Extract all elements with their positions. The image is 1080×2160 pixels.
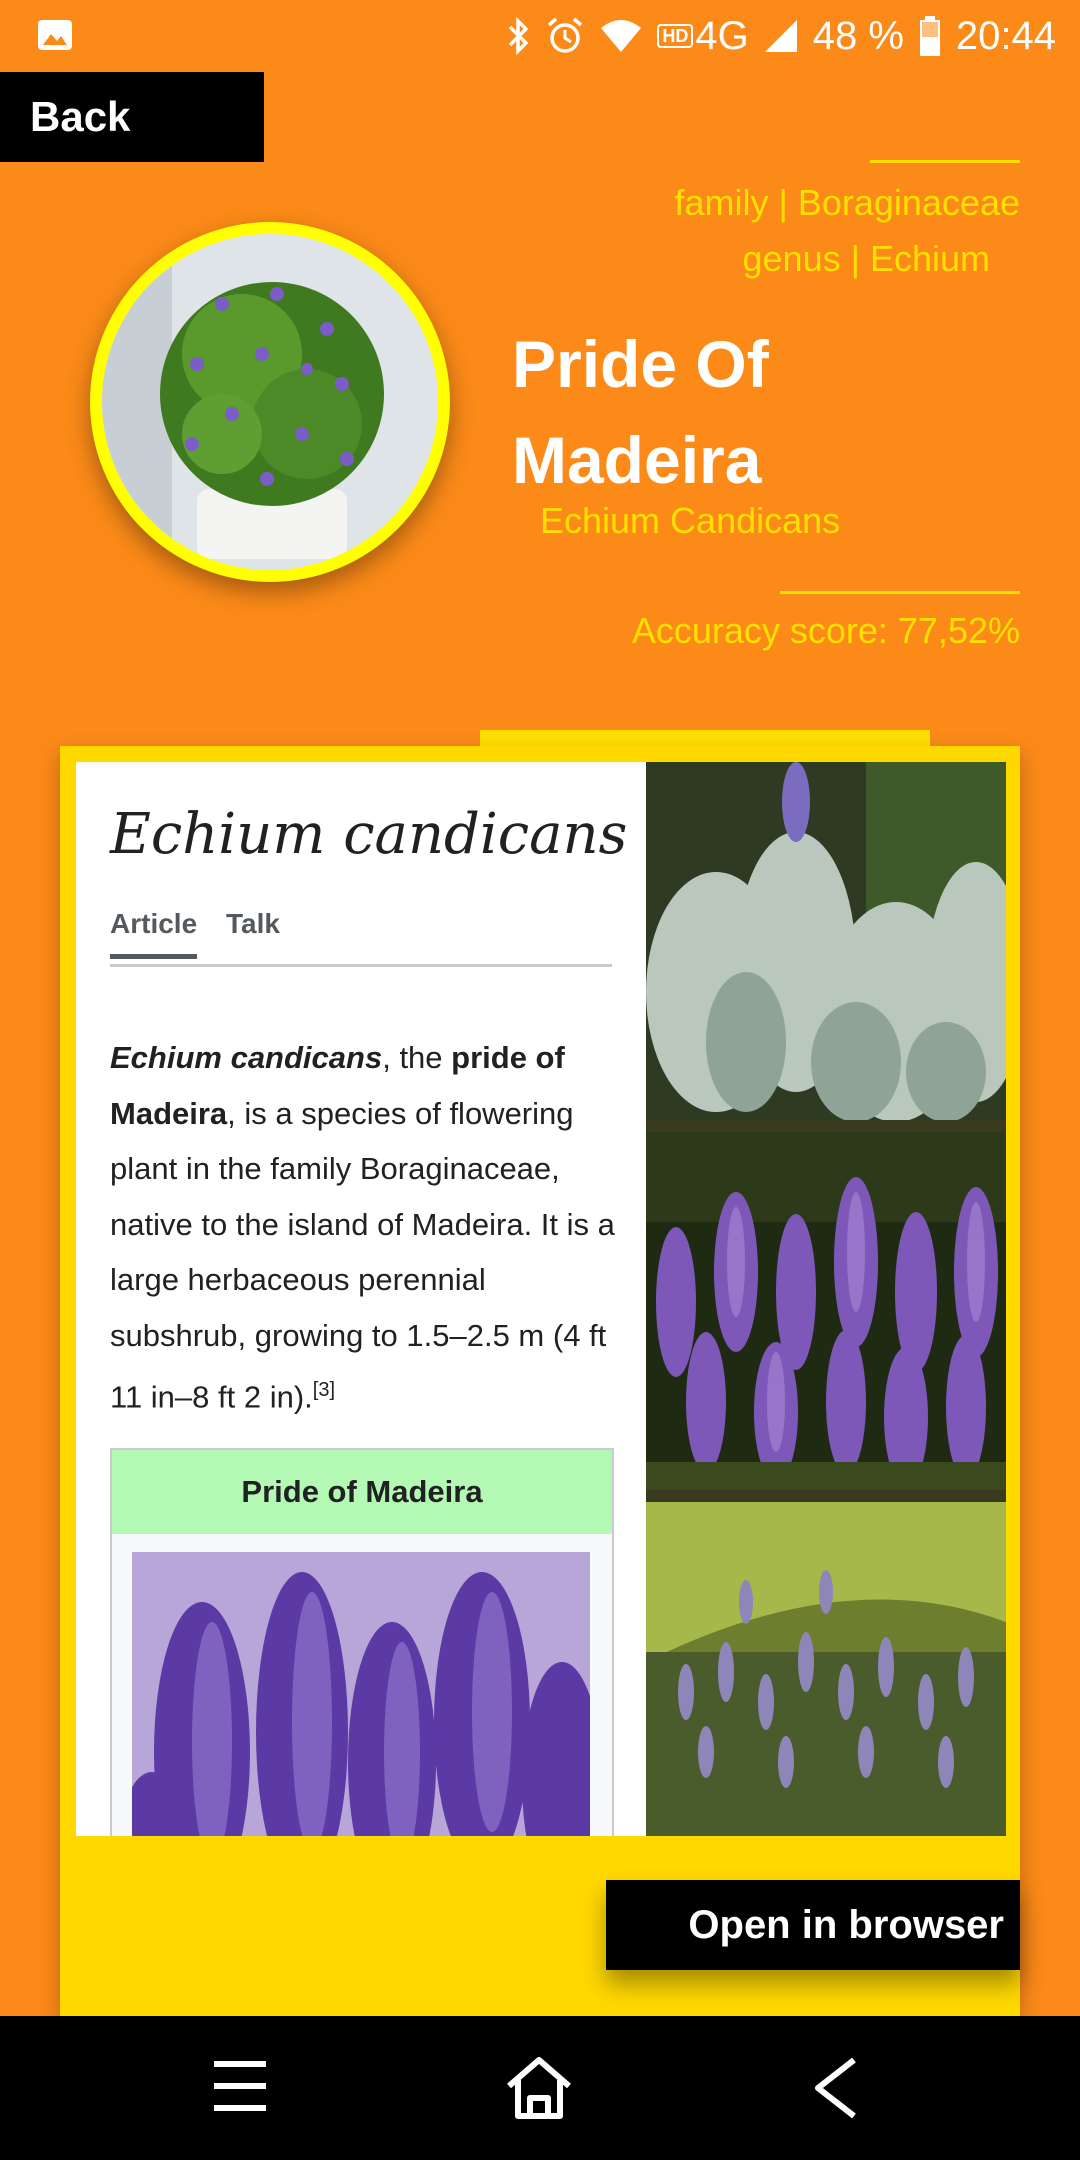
back-button[interactable]: Back (0, 72, 264, 162)
family-label: family | Boraginaceae (674, 182, 1020, 223)
hd-badge: HD (657, 24, 694, 48)
wiki-tabs: Article Talk (110, 908, 612, 967)
infobox: Pride of Madeira (110, 1448, 614, 1836)
gallery-photo[interactable] (646, 1132, 1006, 1490)
tab-talk[interactable]: Talk (226, 908, 280, 940)
image-notification-icon (36, 16, 74, 59)
infobox-title: Pride of Madeira (112, 1450, 612, 1534)
network-type: 4G (695, 13, 749, 58)
bluetooth-icon (505, 16, 531, 56)
wifi-icon (599, 18, 643, 54)
genus-label: genus | Echium (742, 238, 990, 279)
gallery-photo[interactable] (646, 1502, 1006, 1836)
open-in-browser-button[interactable]: Open in browser (606, 1880, 1020, 1970)
home-icon[interactable] (504, 2056, 574, 2125)
wiki-sci-name: Echium candicans (110, 1040, 383, 1075)
wiki-reference[interactable]: [3] (313, 1379, 335, 1401)
back-icon[interactable] (810, 2056, 860, 2125)
clock: 20:44 (955, 13, 1056, 58)
plant-scientific-name: Echium Candicans (540, 500, 841, 541)
accuracy-score: Accuracy score: 77,52% (631, 610, 1020, 651)
navigation-bar (0, 2016, 1080, 2160)
wiki-card: Echium candicans Article Talk Echium can… (60, 746, 1020, 2016)
plant-photo (102, 234, 438, 570)
divider (870, 160, 1020, 163)
wiki-text-part: , the (382, 1040, 452, 1075)
wiki-text-part: , is a species of flowering plant in the… (110, 1095, 615, 1415)
battery-level: 48 % (812, 13, 904, 58)
wiki-preview[interactable]: Echium candicans Article Talk Echium can… (76, 762, 646, 1836)
gallery-photo[interactable] (646, 762, 1006, 1120)
infobox-photo (132, 1552, 590, 1836)
divider (780, 591, 1020, 594)
alarm-icon (545, 16, 585, 56)
signal-icon (763, 18, 799, 54)
wiki-title: Echium candicans (110, 802, 628, 867)
wiki-intro-text: Echium candicans, the pride of Madeira, … (110, 1030, 620, 1425)
menu-icon[interactable] (210, 2056, 270, 2121)
plant-common-name: Pride Of Madeira (512, 327, 769, 497)
photo-gallery (646, 762, 1006, 1836)
tab-article[interactable]: Article (110, 908, 198, 959)
battery-icon (918, 15, 942, 57)
plant-avatar (90, 222, 450, 582)
status-bar: HD 4G 48 % 20:44 (0, 0, 1080, 72)
